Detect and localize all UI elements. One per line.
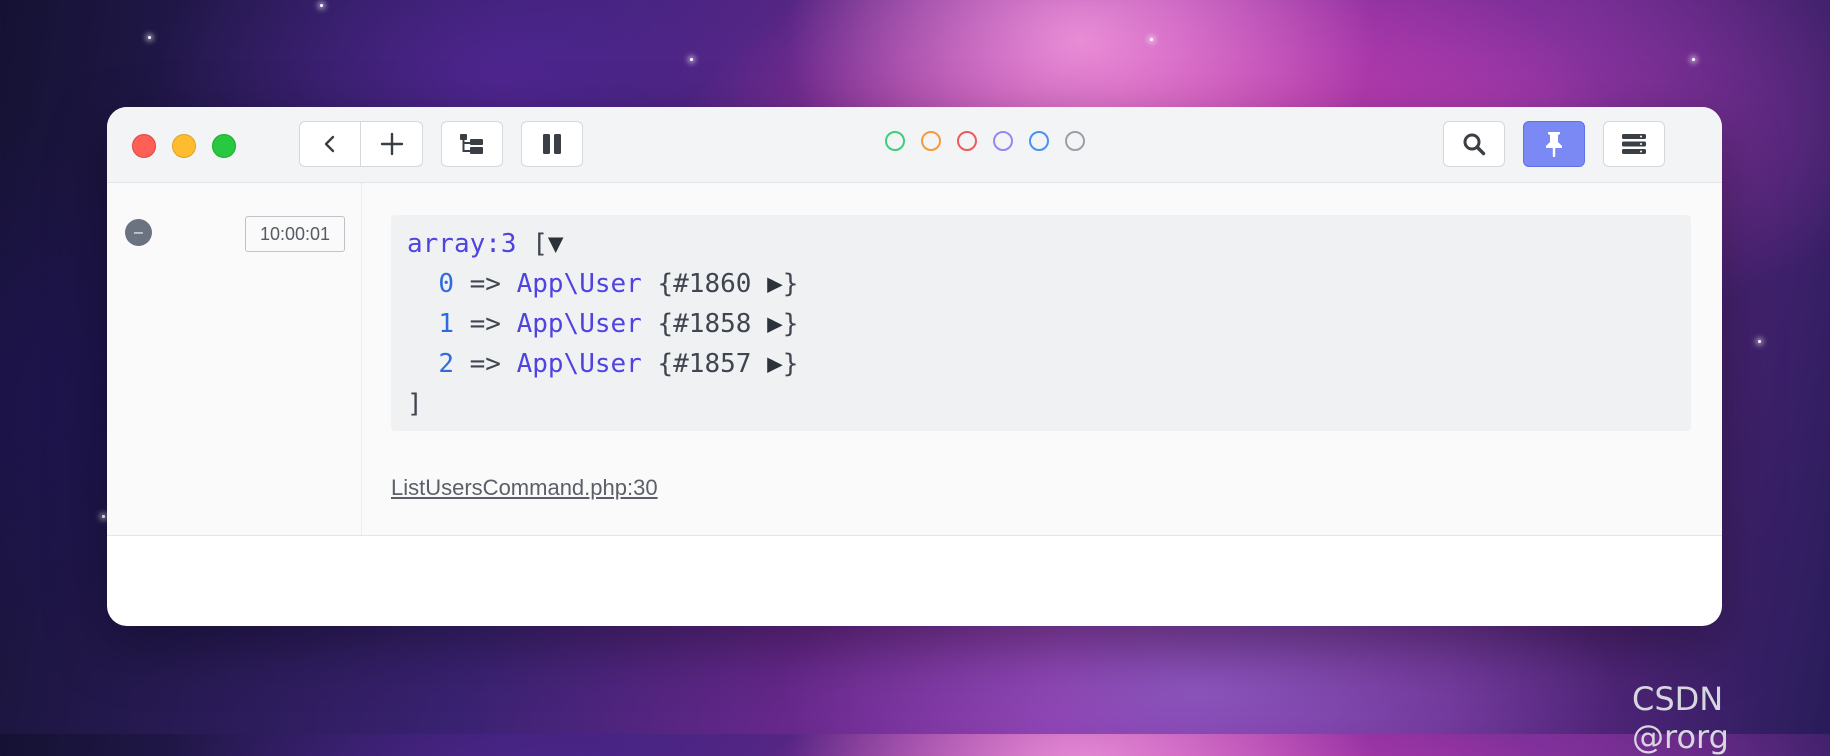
color-filter-gray[interactable]: [1065, 131, 1085, 151]
nav-button-group: [299, 121, 423, 167]
back-button[interactable]: [299, 121, 361, 167]
var-dump-output: array:3 [▼ 0 => App\User {#1860 ▶} 1 => …: [391, 215, 1691, 431]
settings-menu-button[interactable]: [1603, 121, 1665, 167]
watermark: CSDN @rorg: [1632, 680, 1729, 756]
color-filter-orange[interactable]: [921, 131, 941, 151]
chevron-left-icon: [324, 135, 335, 153]
star: [690, 58, 693, 61]
dump-item-ref: #1857: [673, 349, 752, 379]
star: [102, 515, 105, 518]
dump-item-ref: #1858: [673, 309, 752, 339]
app-window: – 10:00:01 array:3 [▼ 0 => App\User {#18…: [107, 107, 1722, 626]
source-file-link[interactable]: ListUsersCommand.php:30: [391, 475, 658, 501]
dump-item-class: App\User: [516, 349, 642, 379]
titlebar: [107, 107, 1722, 183]
tree-structure-icon: [460, 134, 483, 154]
dump-brace: }: [782, 309, 799, 339]
plus-icon: [380, 132, 403, 156]
expand-toggle-icon[interactable]: ▶: [751, 309, 783, 339]
dump-item-class: App\User: [516, 269, 642, 299]
search-button[interactable]: [1443, 121, 1505, 167]
star: [148, 36, 151, 39]
minus-icon: –: [134, 223, 143, 241]
dump-open-bracket: [: [516, 229, 548, 259]
dump-brace: {: [641, 349, 674, 379]
dump-brace: {: [641, 309, 674, 339]
remove-entry-button[interactable]: –: [125, 219, 152, 246]
add-button[interactable]: [361, 121, 423, 167]
pause-button[interactable]: [521, 121, 583, 167]
dump-arrow: =>: [453, 269, 517, 299]
collapse-toggle-icon[interactable]: ▼: [548, 229, 564, 259]
dump-arrow: =>: [453, 349, 517, 379]
dump-arrow: =>: [453, 309, 517, 339]
tree-view-button[interactable]: [441, 121, 503, 167]
entry-gutter: – 10:00:01: [107, 183, 362, 535]
color-filter-purple[interactable]: [993, 131, 1013, 151]
dump-item-class: App\User: [516, 309, 642, 339]
dump-brace: {: [641, 269, 674, 299]
dump-brace: }: [782, 349, 799, 379]
dump-close-bracket: ]: [407, 389, 423, 419]
star: [320, 4, 323, 7]
window-minimize-button[interactable]: [172, 134, 196, 158]
star: [1150, 38, 1153, 41]
dump-entry: – 10:00:01 array:3 [▼ 0 => App\User {#18…: [107, 183, 1722, 536]
window-close-button[interactable]: [132, 134, 156, 158]
color-filter-blue[interactable]: [1029, 131, 1049, 151]
dump-item-index: 1: [438, 309, 454, 339]
server-stack-icon: [1622, 134, 1646, 154]
color-filter-red[interactable]: [957, 131, 977, 151]
entry-timestamp: 10:00:01: [245, 216, 345, 252]
dump-item-index: 2: [438, 349, 454, 379]
dump-type: array:3: [407, 229, 517, 259]
window-maximize-button[interactable]: [212, 134, 236, 158]
dump-item-index: 0: [438, 269, 454, 299]
pin-button[interactable]: [1523, 121, 1585, 167]
dump-brace: }: [782, 269, 799, 299]
pause-icon: [543, 134, 561, 154]
star: [1758, 340, 1761, 343]
color-filter-green[interactable]: [885, 131, 905, 151]
expand-toggle-icon[interactable]: ▶: [751, 269, 783, 299]
dump-item-ref: #1860: [673, 269, 752, 299]
expand-toggle-icon[interactable]: ▶: [751, 349, 783, 379]
color-filter-group: [885, 131, 1085, 151]
search-icon: [1463, 133, 1486, 156]
pin-icon: [1546, 132, 1562, 157]
star: [1692, 58, 1695, 61]
